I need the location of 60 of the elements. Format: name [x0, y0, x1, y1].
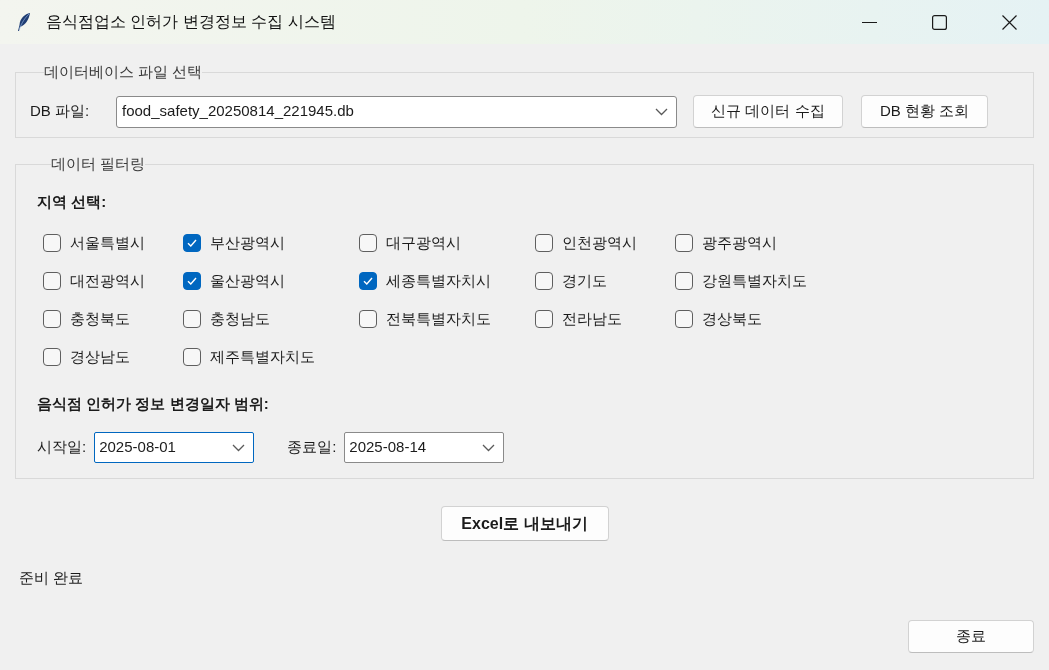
date-label: 종료일: — [287, 437, 337, 458]
feather-icon — [17, 12, 31, 32]
checkbox[interactable] — [183, 348, 201, 366]
checkbox-label: 서울특별시 — [70, 232, 145, 253]
checkbox[interactable] — [535, 234, 553, 252]
checkbox-label: 전라남도 — [562, 308, 622, 329]
db-status-button[interactable]: DB 현황 조회 — [861, 95, 988, 128]
checkbox[interactable] — [675, 310, 693, 328]
checkbox[interactable] — [359, 272, 377, 290]
checkbox[interactable] — [43, 234, 61, 252]
checkbox-label: 경상북도 — [702, 308, 762, 329]
file-label: DB 파일: — [30, 101, 91, 122]
checkbox-label: 인천광역시 — [562, 232, 637, 253]
status-text: 준비 완료 — [19, 568, 84, 588]
checkmark-icon — [187, 239, 197, 247]
group-title: 데이터 필터링 — [51, 154, 146, 174]
date-dropdown[interactable]: 2025-08-01 — [94, 432, 255, 463]
checkbox[interactable] — [359, 310, 377, 328]
checkbox-label: 대전광역시 — [70, 270, 145, 291]
checkbox-label: 강원특별자치도 — [702, 270, 807, 291]
checkmark-icon — [187, 277, 197, 285]
checkbox[interactable] — [43, 272, 61, 290]
group-title: 데이터베이스 파일 선택 — [44, 62, 203, 82]
chevron-down-icon — [232, 443, 246, 452]
checkbox[interactable] — [183, 310, 201, 328]
date-label: 시작일: — [37, 437, 87, 458]
checkbox-label: 대구광역시 — [386, 232, 461, 253]
checkbox[interactable] — [535, 272, 553, 290]
checkbox-label: 충청북도 — [70, 308, 130, 329]
checkbox[interactable] — [675, 234, 693, 252]
checkbox[interactable] — [43, 310, 61, 328]
checkbox[interactable] — [183, 272, 201, 290]
checkmark-icon — [363, 277, 373, 285]
file-dropdown[interactable]: food_safety_20250814_221945.db — [116, 95, 677, 128]
window-title: 음식점업소 인허가 변경정보 수집 시스템 — [46, 12, 336, 32]
checkbox-label: 부산광역시 — [210, 232, 285, 253]
checkbox-label: 세종특별자치시 — [386, 270, 491, 291]
region-heading: 지역 선택: — [37, 192, 107, 212]
checkbox[interactable] — [43, 348, 61, 366]
maximize-icon — [931, 14, 947, 30]
checkbox-label: 충청남도 — [210, 308, 270, 329]
close-icon — [1001, 14, 1017, 30]
collect-data-button[interactable]: 신규 데이터 수집 — [693, 95, 843, 128]
checkbox[interactable] — [359, 234, 377, 252]
checkbox-label: 전북특별자치도 — [386, 308, 491, 329]
checkbox[interactable] — [183, 234, 201, 252]
checkbox-label: 경상남도 — [70, 346, 130, 367]
exit-button[interactable]: 종료 — [908, 620, 1034, 653]
export-excel-button[interactable]: Excel로 내보내기 — [440, 506, 609, 541]
checkbox-label: 제주특별자치도 — [210, 346, 315, 367]
checkbox-label: 울산광역시 — [210, 270, 285, 291]
checkbox-label: 경기도 — [562, 270, 607, 291]
minimize-icon — [861, 21, 877, 23]
chevron-down-icon — [655, 107, 668, 116]
checkbox[interactable] — [675, 272, 693, 290]
chevron-down-icon — [482, 443, 496, 452]
checkbox-label: 광주광역시 — [702, 232, 777, 253]
date-range-heading: 음식점 인허가 정보 변경일자 범위: — [37, 394, 269, 414]
checkbox[interactable] — [535, 310, 553, 328]
date-dropdown[interactable]: 2025-08-14 — [344, 432, 505, 463]
